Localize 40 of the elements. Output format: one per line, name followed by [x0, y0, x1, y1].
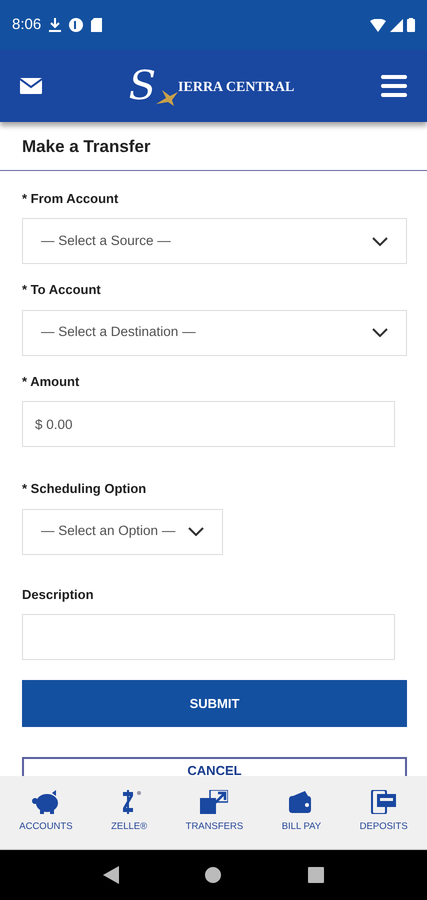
input-field[interactable] [22, 614, 395, 660]
nav-tab[interactable]: ACCOUNTS [19, 790, 73, 835]
caret-icon [372, 328, 388, 337]
select-field[interactable]: — Select a Source — [22, 218, 407, 264]
field-label: * From Account [22, 190, 120, 208]
logo-letter: S [128, 66, 156, 106]
field-label: * To Account [22, 281, 102, 299]
select-placeholder: — Select a Destination — [41, 323, 196, 342]
cancel-button[interactable]: CANCEL [22, 757, 407, 776]
caret-icon [188, 527, 204, 536]
field-label: Description [22, 586, 95, 604]
select-placeholder: — Select an Option — [41, 522, 176, 540]
submit-button[interactable]: SUBMIT [22, 680, 407, 727]
sd-card-icon [91, 18, 102, 32]
back-icon[interactable] [103, 866, 120, 884]
select-field[interactable]: — Select an Option — [22, 508, 223, 554]
field-label: * Amount [22, 372, 80, 390]
select-field[interactable]: — Select a Destination — [22, 310, 407, 356]
piggy-bank-icon [32, 790, 60, 814]
wifi-icon [370, 18, 386, 32]
signal-icon [390, 18, 403, 32]
input-field[interactable]: $ 0.00 [22, 401, 395, 447]
home-icon[interactable] [205, 867, 222, 883]
page-title: Make a Transfer [0, 122, 427, 170]
nav-tab[interactable]: ZELLE® [111, 790, 148, 835]
mail-icon[interactable] [20, 78, 42, 94]
status-time: 8:06 [12, 14, 42, 35]
select-placeholder: — Select a Source — [41, 232, 171, 250]
menu-icon[interactable] [381, 75, 407, 97]
caret-icon [372, 236, 388, 246]
nav-tab[interactable]: TRANSFERS [186, 790, 244, 835]
transfer-icon [200, 790, 228, 814]
circle-icon [69, 18, 84, 32]
battery-icon [407, 18, 415, 32]
field-label: * Scheduling Option [22, 480, 148, 498]
nav-tab[interactable]: BILL PAY [282, 790, 322, 835]
download-icon [49, 18, 62, 32]
logo-text: IERRA CENTRAL [178, 79, 294, 97]
recents-icon[interactable] [308, 867, 324, 883]
nav-tab[interactable]: DEPOSITS [360, 790, 408, 835]
